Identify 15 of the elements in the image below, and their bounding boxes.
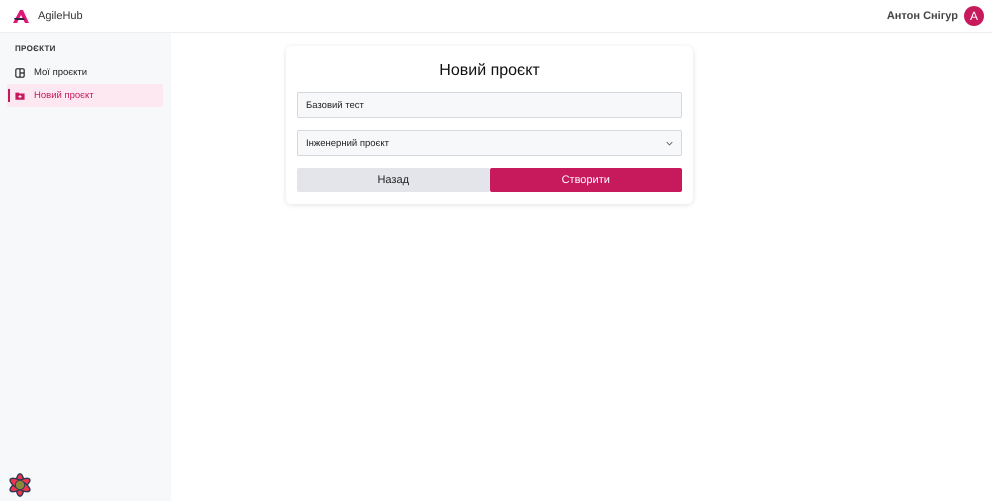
user-name: Антон Снігур — [886, 10, 958, 22]
create-button[interactable]: Створити — [490, 168, 682, 192]
logo-icon — [11, 8, 31, 24]
chevron-icon — [666, 140, 673, 146]
section-heading: ПРОЄКТИ — [14, 43, 57, 55]
name-input[interactable]: Базовий тест — [297, 92, 682, 118]
user-avatar[interactable]: A — [964, 6, 984, 26]
folder-plus-icon — [15, 90, 25, 100]
sidebar-item[interactable]: Мої проєкти — [7, 61, 163, 84]
back-button[interactable]: Назад — [297, 168, 490, 192]
board-icon — [15, 68, 25, 78]
app-name: AgileHub — [38, 10, 83, 22]
form-title: Новий проєкт — [438, 62, 541, 80]
type-select[interactable]: Інженерний проєкт — [297, 130, 682, 156]
sidebar-item[interactable]: Новий проєкт — [7, 84, 163, 107]
